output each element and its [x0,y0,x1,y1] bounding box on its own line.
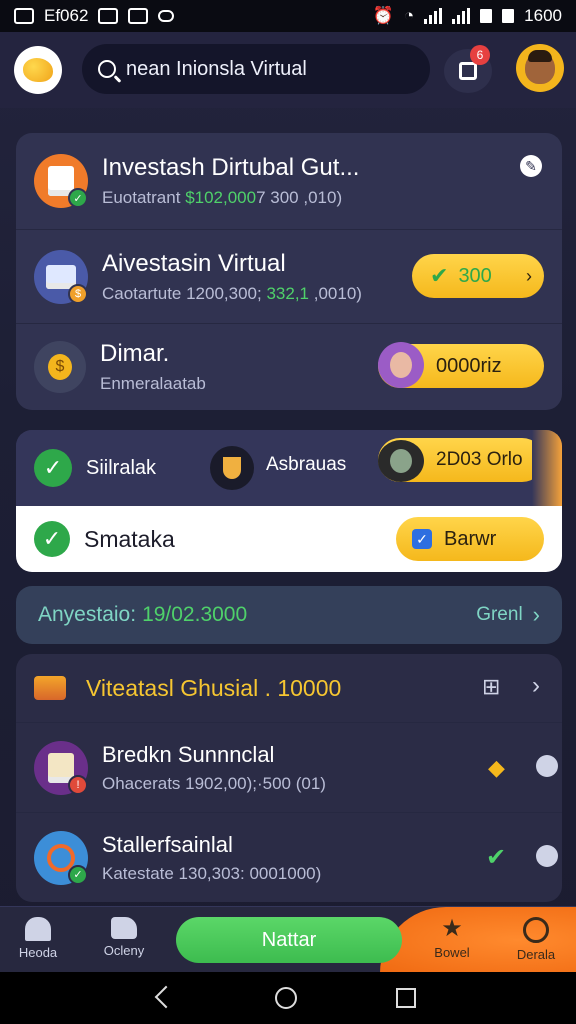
tasks-card: ✓ Siilralak Asbrauas 2D03 Orlo ✓ Smataka… [16,430,562,572]
signal-icon [424,8,443,24]
clock-icon: ◔ [403,6,415,25]
tasks-row-top: ✓ Siilralak Asbrauas 2D03 Orlo [16,430,562,506]
filter-icon[interactable]: ⊞ [482,674,500,700]
notification-icon [459,62,477,80]
check-circle-icon[interactable]: ✓ [34,521,70,557]
invest-amount-button[interactable]: ✔ 300 › [412,254,544,298]
status-left-text: Ef062 [44,6,89,25]
notification-badge: 6 [470,45,490,65]
search-icon [98,60,116,78]
primary-action-button[interactable]: Nattar [176,917,402,963]
star-icon: ★ [441,915,463,942]
system-nav-bar [0,972,576,1024]
nav-item-5[interactable]: Derala [506,917,566,962]
coin-badge-icon: $ [68,283,88,304]
chevron-right-icon[interactable]: › [532,672,540,700]
summary-bar[interactable]: Anyestaio: 19/02.3000 Grenl › [16,586,562,644]
chevron-right-icon: › [526,265,532,286]
checkmark-icon: ✔ [486,844,507,871]
document-icon: ✓ [34,154,88,208]
character-avatar-icon [378,342,424,388]
list-item[interactable]: ! Bredkn Sunnnclal Ohacerats 1902,00);·5… [16,722,562,812]
status-left: Ef062 [14,6,175,26]
alert-badge-icon: ! [68,774,88,795]
shield-icon: ◆ [488,755,505,780]
investment-row-3[interactable]: $ Dimar. Enmeralaatab 0000riz [16,323,562,410]
list-card: Viteatasl Ghusial . 10000 ⊞ › ! Bredkn S… [16,654,562,902]
investment-subtitle: Enmeralaatab [100,374,206,393]
nav-item-4[interactable]: ★ Bowel [422,915,482,961]
list-item-title: Stallerfsainlal [102,831,233,857]
search-input[interactable]: nean Inionsla Virtual [126,58,307,81]
app-header: nean Inionsla Virtual 6 [0,32,576,108]
list-item-subtitle: Ohacerats 1902,00);·500 (01) [102,773,326,793]
list-item[interactable]: ✓ Stallerfsainlal Katestate 130,303: 000… [16,812,562,902]
edit-icon[interactable]: ✎ [520,155,542,177]
status-right: ⏰ ◔ 1600 [373,6,562,26]
screenshot-icon [14,8,34,24]
investment-row-2[interactable]: $ Aivestasin Virtual Caotartute 1200,300… [16,229,562,323]
check-badge-icon: ✓ [68,864,88,885]
checkbox-icon: ✓ [412,529,432,549]
chat-icon [158,10,175,22]
list-heading-row[interactable]: Viteatasl Ghusial . 10000 ⊞ › [16,654,562,722]
home-icon [25,917,51,941]
task-label-1: Siilralak [86,456,157,479]
compass-icon [523,917,549,943]
trophy-icon [210,446,254,490]
investment-title: Dimar. [100,340,170,367]
tasks-row-bottom[interactable]: ✓ Smataka ✓ Barwr [16,506,562,572]
task-label-main: Smataka [84,525,175,552]
list-heading: Viteatasl Ghusial . 10000 [86,674,342,701]
check-badge-icon: ✓ [68,188,88,208]
summary-link[interactable]: Grenl [476,604,522,626]
task-confirm-button[interactable]: ✓ Barwr [396,517,544,561]
notifications-button[interactable]: 6 [444,45,492,93]
investments-card: ✓ Investash Dirtubal Gut... Euotatrant $… [16,133,562,410]
battery-icon [480,9,493,23]
puzzle-icon [111,917,137,939]
signal-icon-2 [452,8,471,24]
check-circle-icon[interactable]: ✓ [34,449,72,487]
target-icon: ✓ [34,830,88,885]
list-item-title: Bredkn Sunnnclal [102,741,275,767]
character-face-icon [378,440,424,482]
investment-title: Aivestasin Virtual [102,249,286,277]
more-icon[interactable] [536,755,558,777]
task-label-2: Asbrauas [266,454,347,475]
battery-icon-2 [502,9,515,23]
status-time: 1600 [524,6,562,25]
tablet-icon: $ [34,249,88,304]
back-icon[interactable] [160,988,176,1008]
investment-title: Investash Dirtubal Gut... [102,154,360,181]
chevron-right-icon: › [532,602,540,627]
avatar-face-icon [525,50,555,84]
home-circle-icon[interactable] [274,987,297,1009]
investment-subtitle: Euotatrant $102,0007 300 ,010) [102,188,343,207]
checkmark-icon: ✔ [430,263,449,288]
nav-home[interactable]: Heoda [8,917,68,960]
avatar[interactable] [516,44,564,92]
more-icon[interactable] [536,845,558,867]
treasure-icon [34,676,66,700]
bottom-nav: Heoda Ocleny Nattar ★ Bowel Derala [0,906,576,973]
ledger-icon: ! [34,740,88,795]
app-screen: Ef062 ⏰ ◔ 1600 nean Inionsla Virtual 6 ✓… [0,0,576,1024]
summary-label: Anyestaio: [38,603,137,626]
summary-value: 19/02.3000 [142,603,248,626]
logo-blob-icon [23,58,53,82]
nav-item-2[interactable]: Ocleny [94,917,154,958]
status-bar: Ef062 ⏰ ◔ 1600 [0,0,576,32]
investment-subtitle: Caotartute 1200,300; 332,1 ,0010) [102,283,362,303]
coin-icon: $ [34,341,86,393]
investment-row-1[interactable]: ✓ Investash Dirtubal Gut... Euotatrant $… [16,133,562,229]
app-logo[interactable] [14,46,62,94]
gallery-icon [128,8,149,24]
list-item-subtitle: Katestate 130,303: 0001000) [102,863,322,883]
search-bar[interactable]: nean Inionsla Virtual [82,44,430,94]
recents-icon[interactable] [396,988,417,1008]
alarm-icon: ⏰ [372,6,394,25]
mail-icon [98,8,119,24]
